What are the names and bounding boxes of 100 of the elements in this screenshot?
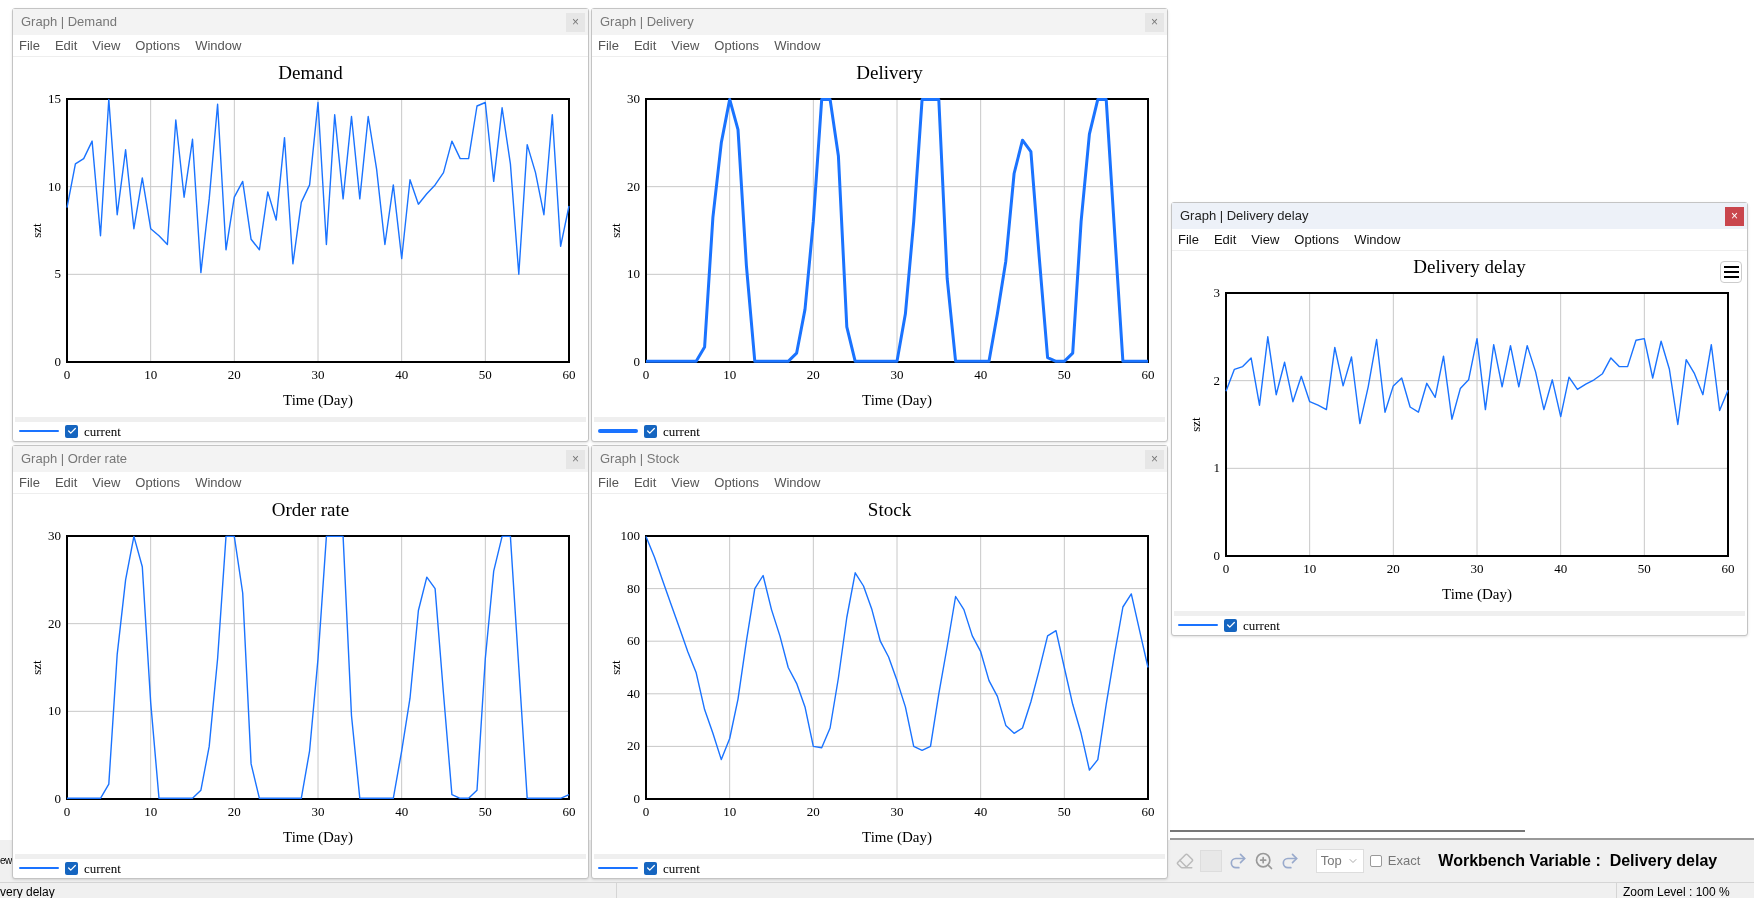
y-tick-label: 0 xyxy=(633,353,640,369)
menu-item[interactable]: Options xyxy=(714,35,760,56)
close-button[interactable]: × xyxy=(1725,206,1744,226)
legend-line-icon xyxy=(19,430,59,433)
close-button[interactable]: × xyxy=(566,449,585,469)
y-tick-label: 0 xyxy=(54,353,61,369)
menu-item[interactable]: Edit xyxy=(633,35,657,56)
x-tick-label: 10 xyxy=(144,366,158,382)
workbench-variable: Workbench Variable : Delivery delay xyxy=(1438,851,1718,871)
menu-item[interactable]: Options xyxy=(135,35,181,56)
window-title: Graph | Delivery xyxy=(600,13,694,32)
menu-item[interactable]: View xyxy=(671,35,700,56)
exact-checkbox[interactable] xyxy=(1369,855,1382,867)
menu-item[interactable]: Window xyxy=(1354,229,1401,250)
legend-checkbox[interactable] xyxy=(65,424,78,438)
menu-item[interactable]: Options xyxy=(135,472,181,493)
chart-title: Stock xyxy=(867,498,912,520)
legend-checkbox[interactable] xyxy=(1224,618,1237,632)
y-tick-label: 20 xyxy=(627,738,640,754)
x-tick-label: 20 xyxy=(1386,560,1400,576)
x-tick-label: 30 xyxy=(311,803,325,819)
legend-label: current xyxy=(663,422,700,441)
y-tick-label: 80 xyxy=(627,580,640,596)
y-tick-label: 0 xyxy=(633,790,640,806)
x-tick-label: 20 xyxy=(806,366,820,382)
menu-item[interactable]: View xyxy=(1251,229,1280,250)
chart-title: Delivery xyxy=(856,61,923,83)
x-tick-label: 10 xyxy=(144,803,158,819)
y-tick-label: 60 xyxy=(627,632,640,648)
x-tick-label: 20 xyxy=(806,803,820,819)
menu-item[interactable]: File xyxy=(19,35,40,56)
x-tick-label: 60 xyxy=(1721,560,1735,576)
menu-item[interactable]: Window xyxy=(774,472,821,493)
x-tick-label: 50 xyxy=(1057,803,1071,819)
y-tick-label: 1 xyxy=(1213,459,1220,475)
window-title: Graph | Delivery delay xyxy=(1180,207,1309,226)
window-title: Graph | Demand xyxy=(21,13,117,32)
y-tick-label: 100 xyxy=(620,527,640,543)
legend-label: current xyxy=(1243,616,1280,635)
menu-item[interactable]: File xyxy=(598,35,619,56)
y-tick-label: 10 xyxy=(48,702,61,718)
x-tick-label: 40 xyxy=(974,803,988,819)
close-button[interactable]: × xyxy=(1145,12,1164,32)
x-tick-label: 20 xyxy=(227,803,241,819)
legend-line-icon xyxy=(598,867,638,870)
x-tick-label: 10 xyxy=(723,803,737,819)
y-tick-label: 3 xyxy=(1213,284,1220,300)
legend-label: current xyxy=(84,422,121,441)
x-tick-label: 40 xyxy=(974,366,988,382)
menu-item[interactable]: View xyxy=(92,35,121,56)
close-button[interactable]: × xyxy=(566,12,585,32)
legend-line-icon xyxy=(598,429,638,434)
menu-item[interactable]: Window xyxy=(774,35,821,56)
menu-icon[interactable] xyxy=(1720,260,1742,283)
y-axis-label: szt xyxy=(608,222,623,238)
x-tick-label: 50 xyxy=(478,803,492,819)
x-tick-label: 60 xyxy=(562,803,576,819)
x-tick-label: 50 xyxy=(1057,366,1071,382)
menu-item[interactable]: Edit xyxy=(633,472,657,493)
x-tick-label: 30 xyxy=(890,803,904,819)
menu-item[interactable]: Options xyxy=(714,472,760,493)
menu-item[interactable]: View xyxy=(671,472,700,493)
legend-checkbox[interactable] xyxy=(65,861,78,875)
legend-checkbox[interactable] xyxy=(644,424,657,438)
x-tick-label: 40 xyxy=(395,366,409,382)
toolbar-text: ew xyxy=(0,856,12,866)
chart-title: Order rate xyxy=(271,498,350,520)
close-button[interactable]: × xyxy=(1145,449,1164,469)
menu-item[interactable]: File xyxy=(1178,229,1199,250)
menu-item[interactable]: View xyxy=(92,472,121,493)
x-tick-label: 50 xyxy=(478,366,492,382)
x-tick-label: 40 xyxy=(395,803,409,819)
y-tick-label: 40 xyxy=(627,685,640,701)
chart-title: Demand xyxy=(278,61,343,83)
y-tick-label: 30 xyxy=(627,90,640,106)
x-tick-label: 20 xyxy=(227,366,241,382)
menu-item[interactable]: Edit xyxy=(54,35,78,56)
menu-item[interactable]: File xyxy=(598,472,619,493)
exact-label: Exact xyxy=(1387,852,1421,871)
menu-item[interactable]: Window xyxy=(195,35,242,56)
y-tick-label: 5 xyxy=(54,265,61,281)
menu-item[interactable]: Options xyxy=(1294,229,1340,250)
legend-line-icon xyxy=(1178,624,1218,627)
position-select[interactable]: Top xyxy=(1315,849,1364,873)
menu-item[interactable]: Edit xyxy=(54,472,78,493)
status-text: very delay xyxy=(0,882,617,898)
menu-item[interactable]: Edit xyxy=(1213,229,1237,250)
x-tick-label: 40 xyxy=(1554,560,1568,576)
x-tick-label: 0 xyxy=(642,366,650,382)
chart-title: Delivery delay xyxy=(1413,255,1526,277)
legend-checkbox[interactable] xyxy=(644,861,657,875)
x-axis-label: Time (Day) xyxy=(283,828,353,845)
x-tick-label: 50 xyxy=(1637,560,1651,576)
x-tick-label: 60 xyxy=(562,366,576,382)
window-title: Graph | Stock xyxy=(600,450,680,469)
menu-item[interactable]: File xyxy=(19,472,40,493)
x-axis-label: Time (Day) xyxy=(862,391,932,408)
menu-item[interactable]: Window xyxy=(195,472,242,493)
x-tick-label: 0 xyxy=(63,803,71,819)
x-tick-label: 10 xyxy=(723,366,737,382)
